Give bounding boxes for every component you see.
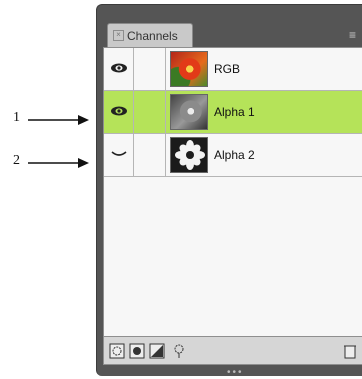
channel-thumbnail (170, 137, 208, 173)
callout-number: 1 (13, 110, 20, 125)
eye-icon (111, 63, 127, 73)
callout-1: 1 (0, 110, 100, 130)
visibility-toggle[interactable] (104, 48, 134, 90)
link-cell[interactable] (134, 48, 166, 90)
new-channel-icon[interactable] (149, 343, 165, 359)
panel-footer (103, 337, 362, 365)
load-selection-icon[interactable] (109, 343, 125, 359)
resize-grip[interactable]: ••• (227, 367, 244, 378)
channel-thumbnail (170, 51, 208, 87)
delete-channel-icon[interactable] (342, 343, 358, 359)
visibility-toggle[interactable] (104, 91, 134, 133)
channel-name: RGB (214, 62, 241, 76)
channel-name: Alpha 1 (214, 105, 255, 119)
channels-panel: × Channels ≡ RGB Alpha 1 Alpha 2 ••• (96, 4, 362, 378)
tab-channels[interactable]: × Channels (107, 23, 193, 47)
tab-label: Channels (127, 29, 178, 43)
callout-2: 2 (0, 153, 100, 173)
channel-list: RGB Alpha 1 Alpha 2 (103, 47, 362, 337)
visibility-toggle[interactable] (104, 134, 134, 176)
callout-arrow (28, 158, 89, 168)
link-cell[interactable] (134, 134, 166, 176)
dither-icon[interactable] (171, 343, 187, 359)
save-selection-icon[interactable] (129, 343, 145, 359)
closed-eye-icon (111, 151, 127, 156)
channel-thumbnail (170, 94, 208, 130)
channel-row-rgb[interactable]: RGB (104, 48, 362, 91)
close-icon[interactable]: × (113, 30, 124, 41)
panel-menu-icon[interactable]: ≡ (349, 25, 362, 45)
callout-arrow (28, 115, 89, 125)
eye-icon (111, 106, 127, 116)
channel-row-alpha-2[interactable]: Alpha 2 (104, 134, 362, 177)
panel-tab-bar: × Channels ≡ (97, 5, 362, 47)
channel-row-alpha-1[interactable]: Alpha 1 (104, 91, 362, 134)
link-cell[interactable] (134, 91, 166, 133)
channel-name: Alpha 2 (214, 148, 255, 162)
flower-mask-icon (175, 140, 205, 170)
callout-number: 2 (13, 153, 20, 168)
